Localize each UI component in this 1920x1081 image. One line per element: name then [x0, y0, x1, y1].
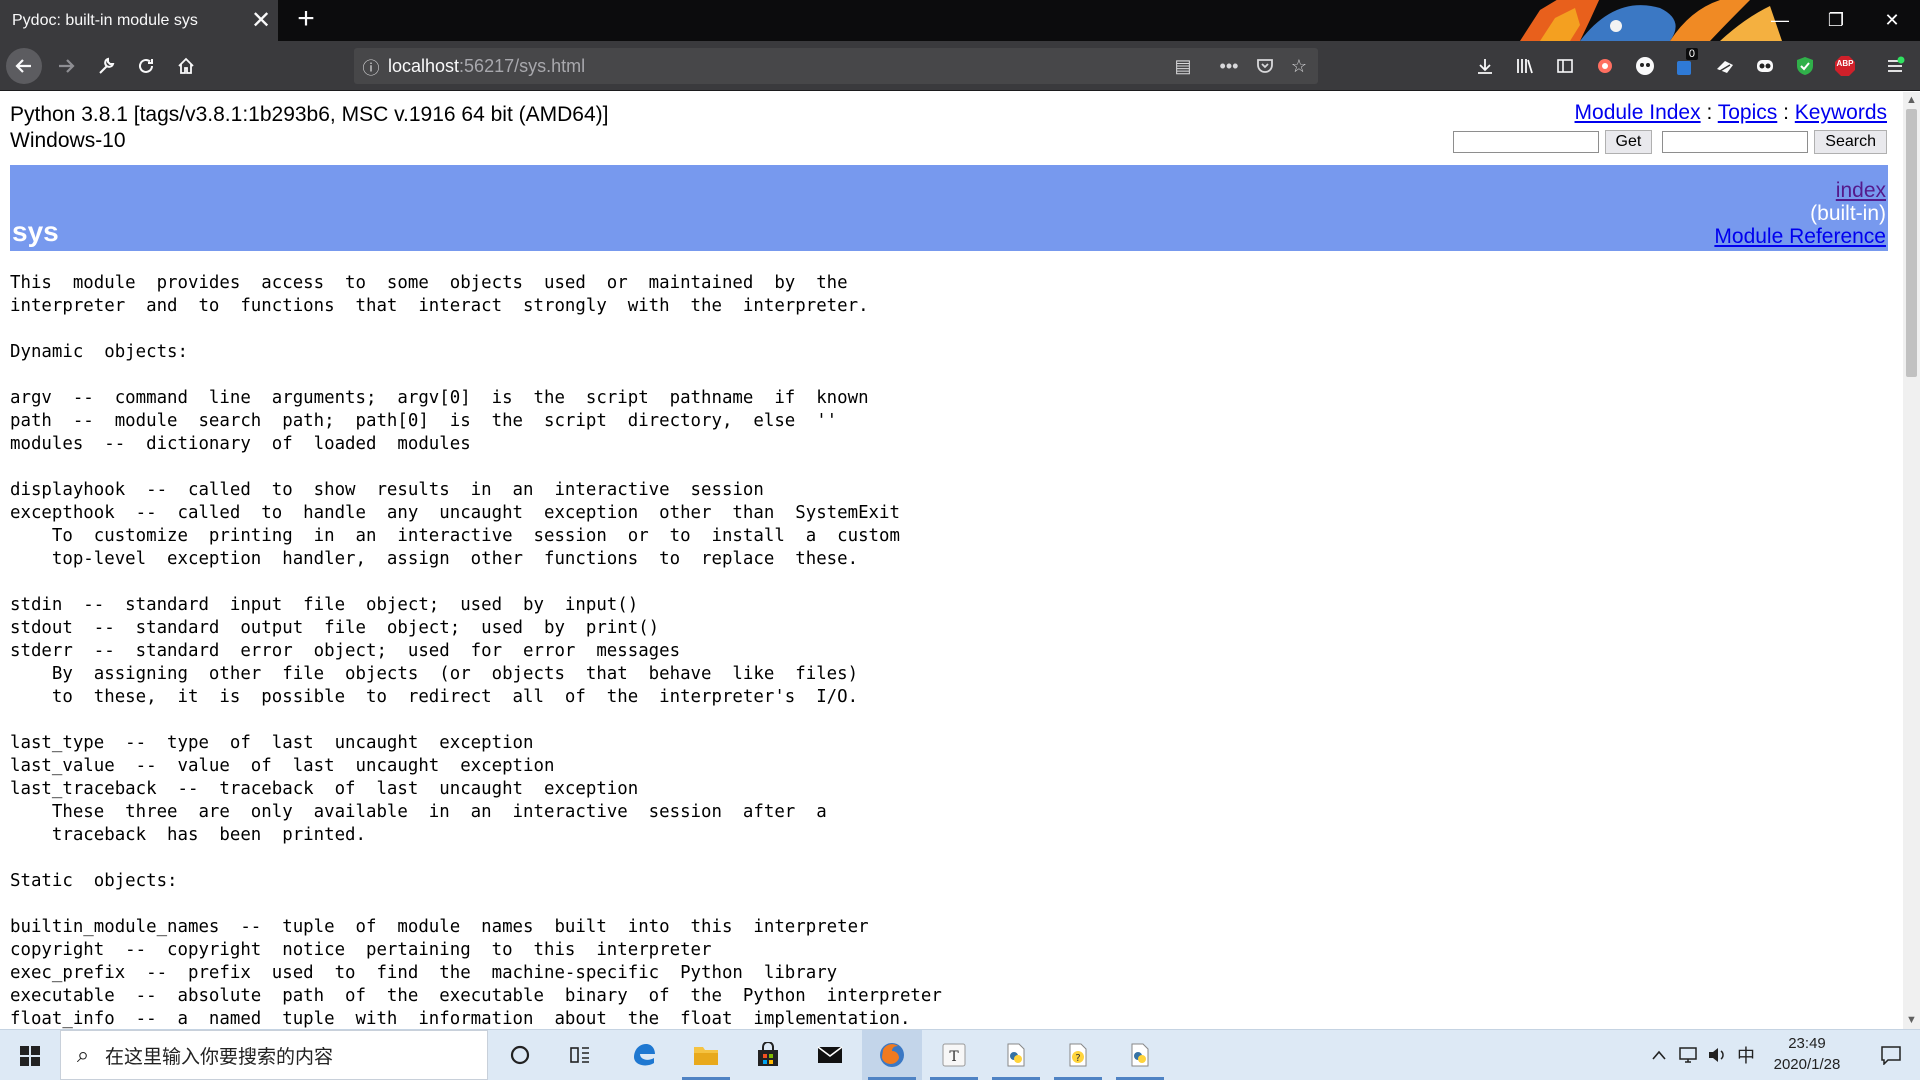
extension-badge: 0 [1685, 48, 1698, 60]
banner-links: index (built-in) Module Reference [1714, 179, 1886, 248]
scrollbar-thumb[interactable] [1906, 109, 1917, 377]
store-icon[interactable] [738, 1030, 798, 1080]
top-links: Module Index : Topics : Keywords [1575, 101, 1887, 125]
adblock-plus-icon[interactable]: ABP [1830, 50, 1860, 82]
keywords-link[interactable]: Keywords [1795, 101, 1887, 124]
page-content: Python 3.8.1 [tags/v3.8.1:1b293b6, MSC v… [0, 92, 1903, 1029]
svg-text:?: ? [1075, 1053, 1080, 1064]
extension-ghost-icon[interactable] [1630, 50, 1660, 82]
clock-time: 23:49 [1788, 1035, 1826, 1052]
module-docstring: This module provides access to some obje… [10, 273, 942, 1029]
page-heading: Python 3.8.1 [tags/v3.8.1:1b293b6, MSC v… [10, 102, 608, 154]
site-info-icon[interactable]: ⓘ [354, 54, 388, 79]
search-icon: ⌕ [76, 1042, 90, 1067]
python-file-icon[interactable] [986, 1030, 1046, 1080]
wrench-icon [99, 57, 115, 74]
topics-link[interactable]: Topics [1718, 101, 1778, 124]
forward-arrow-icon [59, 59, 75, 73]
edge-icon[interactable] [614, 1030, 674, 1080]
minimize-button[interactable]: — [1752, 0, 1808, 41]
get-input[interactable] [1452, 131, 1599, 153]
tab-close-icon[interactable]: ✕ [244, 0, 278, 41]
restore-button[interactable]: ❐ [1808, 0, 1864, 41]
menu-hamburger-icon[interactable] [1880, 50, 1910, 82]
forward-button[interactable] [48, 48, 84, 84]
home-icon [178, 57, 194, 74]
pocket-icon[interactable] [1248, 48, 1282, 84]
builtin-label: (built-in) [1810, 202, 1886, 225]
tab-pydoc-sys[interactable]: Pydoc: built-in module sys ✕ [0, 0, 278, 41]
home-button[interactable] [168, 48, 204, 84]
customize-button[interactable] [88, 48, 124, 84]
url-text: localhost:56217/sys.html [388, 55, 586, 76]
task-view-icon[interactable] [550, 1030, 610, 1080]
scroll-down-icon[interactable]: ▼ [1903, 1012, 1920, 1029]
cortana-icon[interactable] [490, 1030, 550, 1080]
volume-icon[interactable] [1704, 1030, 1730, 1080]
module-index-link[interactable]: Module Index [1575, 101, 1701, 124]
typora-icon[interactable]: T [924, 1030, 984, 1080]
downloads-icon[interactable] [1470, 50, 1500, 82]
browser-tab-bar: Pydoc: built-in module sys ✕ + — ❐ ✕ [0, 0, 1920, 41]
page-scrollbar[interactable]: ▲ ▼ [1903, 92, 1920, 1029]
python-help-icon[interactable]: ? [1048, 1030, 1108, 1080]
clock-date: 2020/1/28 [1773, 1056, 1841, 1073]
module-reference-link[interactable]: Module Reference [1714, 225, 1886, 248]
action-center-icon[interactable] [1862, 1030, 1920, 1080]
link-separator: : [1700, 101, 1718, 124]
bookmark-star-icon[interactable]: ☆ [1282, 48, 1316, 84]
link-separator: : [1777, 101, 1795, 124]
windows-logo-icon [20, 1045, 40, 1066]
show-hidden-icons[interactable] [1646, 1030, 1672, 1080]
reload-icon [139, 58, 153, 73]
back-arrow-icon [15, 59, 31, 73]
extension-shield-icon[interactable] [1790, 50, 1820, 82]
taskbar-clock[interactable]: 23:49 2020/1/28 [1752, 1033, 1862, 1075]
firefox-taskbar-icon[interactable] [862, 1030, 922, 1080]
new-tab-button[interactable]: + [288, 0, 324, 41]
reload-button[interactable] [128, 48, 164, 84]
module-title: sys [12, 216, 59, 247]
windows-taskbar: ⌕ 在这里输入你要搜索的内容 T ? 中 23:49 2020/1/28 [0, 1029, 1920, 1080]
module-banner: sys index (built-in) Module Reference [10, 165, 1888, 251]
address-bar[interactable]: ⓘ localhost:56217/sys.html ▤ ••• ☆ [354, 48, 1318, 84]
extension-tool-icon[interactable] [1710, 50, 1740, 82]
python-version-text: Python 3.8.1 [tags/v3.8.1:1b293b6, MSC v… [10, 103, 609, 126]
reader-view-icon[interactable]: ▤ [1166, 48, 1200, 84]
start-button[interactable] [0, 1030, 60, 1081]
scroll-up-icon[interactable]: ▲ [1903, 92, 1920, 109]
extension-globe-icon[interactable] [1590, 50, 1620, 82]
mail-icon[interactable] [800, 1030, 860, 1080]
get-button[interactable]: Get [1604, 130, 1653, 154]
sidebar-icon[interactable] [1550, 50, 1580, 82]
extension-counter-icon[interactable]: 0 [1670, 48, 1700, 82]
svg-text:T: T [949, 1049, 959, 1065]
search-input[interactable] [1662, 131, 1809, 153]
search-button[interactable]: Search [1814, 130, 1887, 154]
close-window-button[interactable]: ✕ [1864, 0, 1920, 41]
navigation-toolbar: ⓘ localhost:56217/sys.html ▤ ••• ☆ 0 ABP [0, 41, 1920, 91]
network-icon[interactable] [1674, 1030, 1702, 1080]
tab-title: Pydoc: built-in module sys [12, 11, 198, 29]
taskbar-search-placeholder: 在这里输入你要搜索的内容 [105, 1046, 334, 1068]
extension-mask-icon[interactable] [1750, 50, 1780, 82]
page-actions-icon[interactable]: ••• [1212, 48, 1246, 84]
adblock-label: ABP [1836, 59, 1854, 68]
file-explorer-icon[interactable] [676, 1030, 736, 1080]
python-app-icon[interactable] [1110, 1030, 1170, 1080]
taskbar-search-box[interactable]: ⌕ 在这里输入你要搜索的内容 [60, 1030, 488, 1080]
search-forms: Get Search [1452, 130, 1887, 154]
index-link[interactable]: index [1836, 179, 1886, 202]
back-button[interactable] [6, 48, 42, 84]
platform-text: Windows-10 [10, 129, 126, 152]
library-icon[interactable] [1510, 50, 1540, 82]
